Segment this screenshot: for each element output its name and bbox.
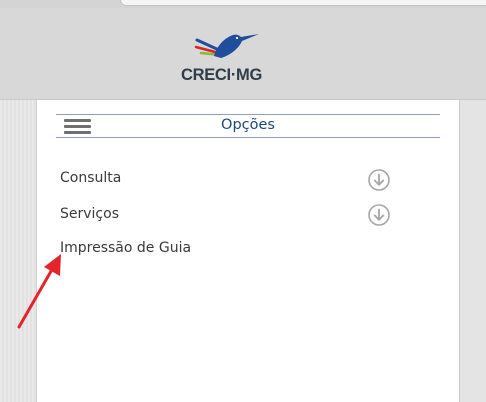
browser-top-strip bbox=[0, 0, 486, 8]
right-gutter bbox=[459, 100, 486, 402]
menu-item-servicos[interactable]: Serviços bbox=[60, 203, 400, 225]
options-panel: Opções Consulta Serviços Impressão de Gu… bbox=[37, 100, 459, 402]
annotation-arrow-icon bbox=[17, 254, 61, 329]
expand-consulta-icon[interactable] bbox=[368, 169, 390, 191]
menu-item-label: Serviços bbox=[60, 206, 119, 222]
hummingbird-icon bbox=[194, 34, 259, 58]
creci-logo[interactable]: CRECI·MG bbox=[181, 26, 263, 90]
left-gutter bbox=[0, 100, 37, 402]
options-title: Opções bbox=[221, 117, 275, 133]
menu-item-consulta[interactable]: Consulta bbox=[60, 167, 400, 189]
menu-item-impressao-de-guia[interactable]: Impressão de Guia bbox=[60, 237, 400, 259]
site-header: CRECI·MG bbox=[0, 8, 486, 100]
address-bar-edge bbox=[120, 0, 486, 6]
options-header: Opções bbox=[56, 114, 440, 138]
menu-item-label: Impressão de Guia bbox=[60, 240, 192, 256]
expand-servicos-icon[interactable] bbox=[368, 204, 390, 226]
logo-text: CRECI·MG bbox=[181, 66, 263, 84]
menu-item-label: Consulta bbox=[60, 170, 122, 186]
